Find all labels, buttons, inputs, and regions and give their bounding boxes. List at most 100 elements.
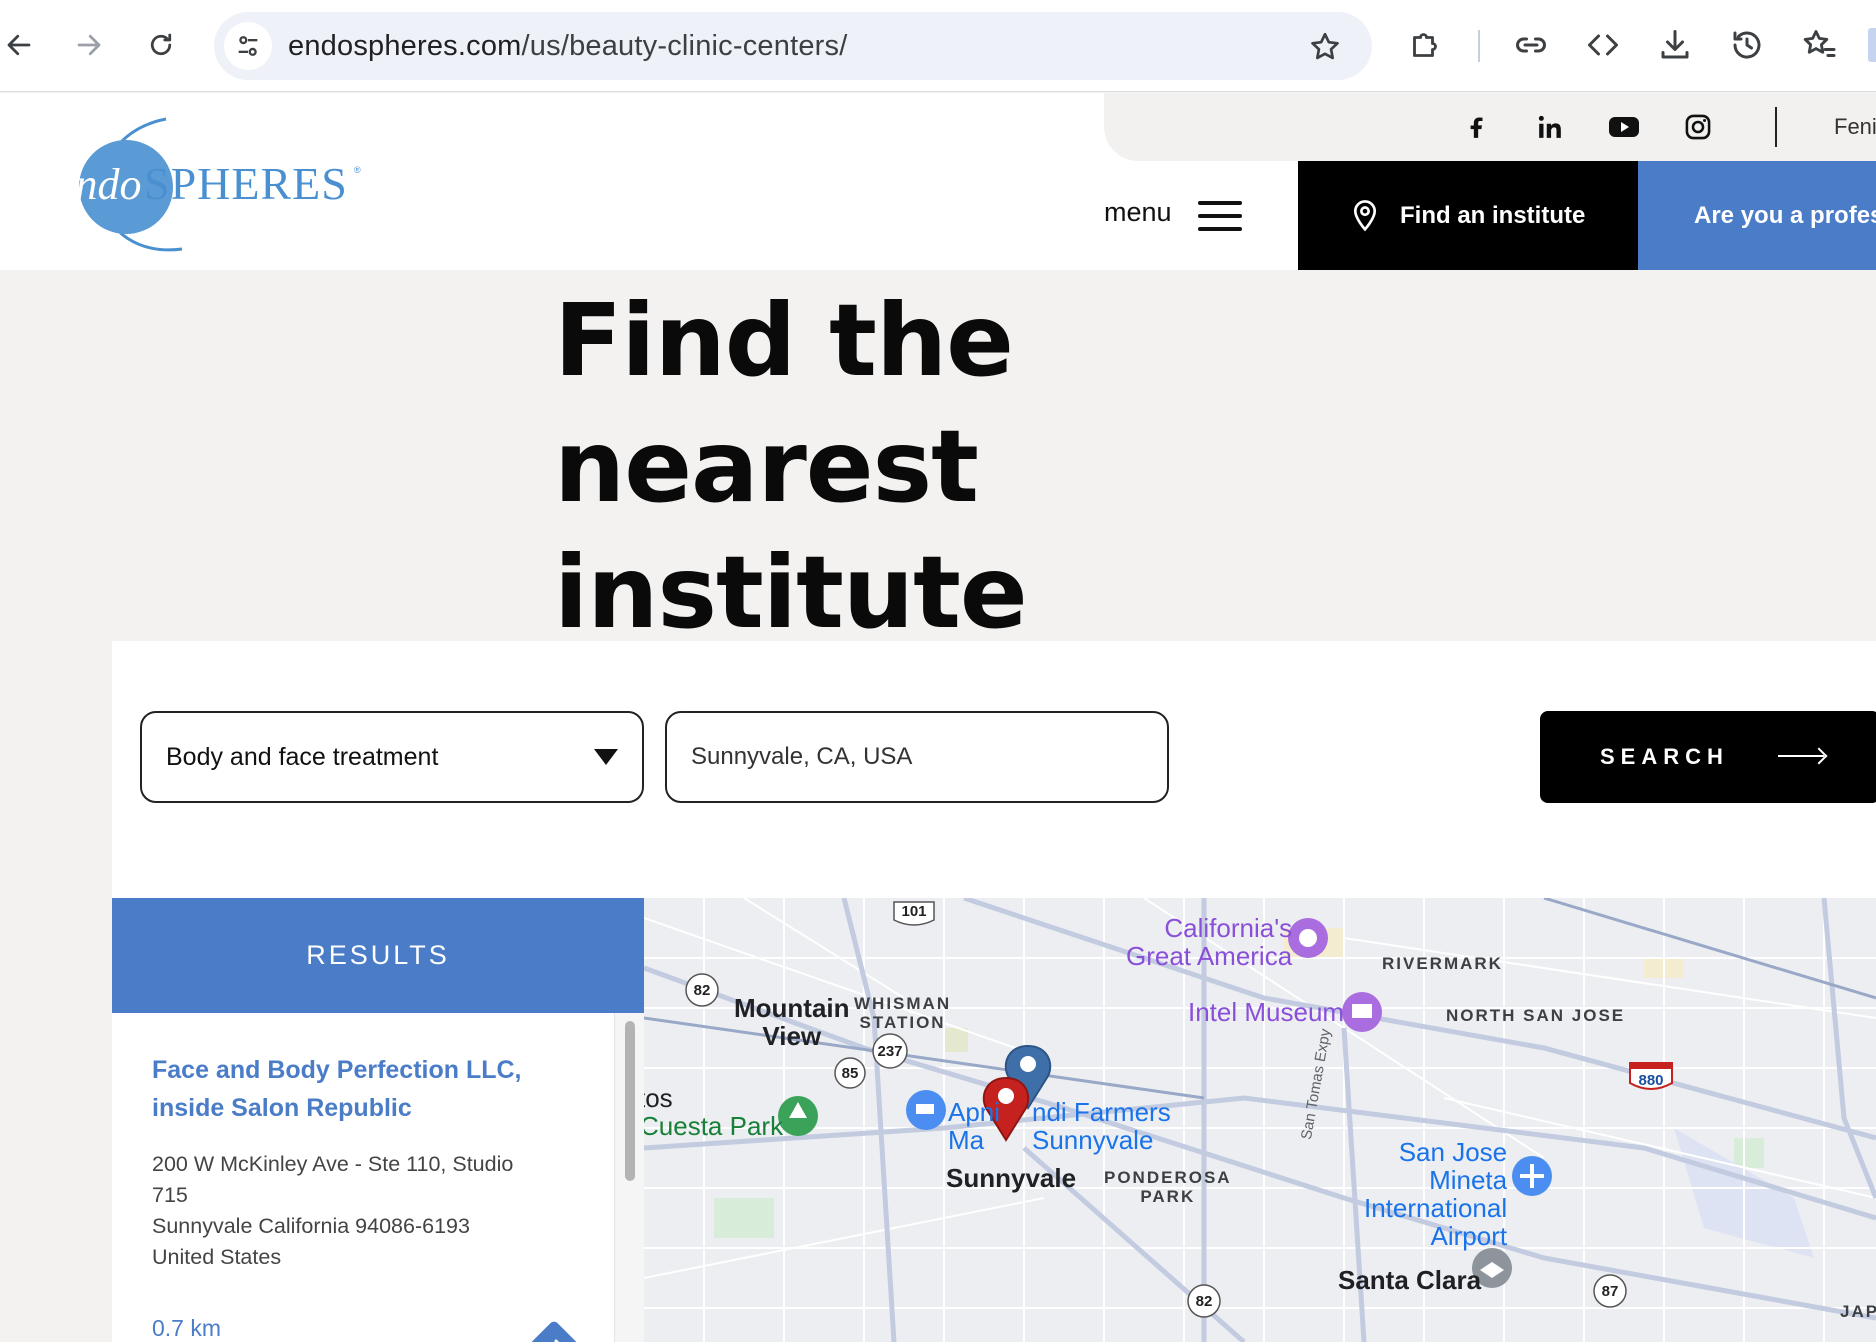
location-input[interactable] bbox=[665, 711, 1169, 803]
caret-down-icon bbox=[594, 749, 618, 765]
svg-text:237: 237 bbox=[877, 1043, 902, 1060]
svg-text:82: 82 bbox=[1196, 1293, 1213, 1310]
history-button[interactable] bbox=[1726, 24, 1768, 66]
map-label-santa-clara: Santa Clara bbox=[1338, 1265, 1482, 1295]
results-header: RESULTS bbox=[112, 898, 644, 1013]
forward-button[interactable] bbox=[66, 22, 112, 68]
map-view[interactable]: 101 82 237 85 880 82 87 Mountain View WH… bbox=[644, 898, 1876, 1342]
map-label-cuesta-park: Cuesta Park bbox=[644, 1111, 784, 1141]
site-info-button[interactable] bbox=[224, 22, 272, 70]
facebook-icon bbox=[1470, 117, 1483, 138]
find-institute-button[interactable]: Find an institute bbox=[1298, 161, 1638, 270]
instagram-icon bbox=[1685, 114, 1711, 140]
map-label-los: tos bbox=[644, 1083, 673, 1113]
social-divider bbox=[1775, 107, 1777, 147]
svg-text:SPHERES: SPHERES bbox=[144, 158, 348, 209]
map-label-farmers-market: ndi Farmers Sunnyvale bbox=[1032, 1098, 1171, 1154]
star-icon bbox=[1311, 32, 1339, 60]
long-arrow-right-icon bbox=[1778, 755, 1824, 757]
downloads-button[interactable] bbox=[1654, 24, 1696, 66]
extensions-button[interactable] bbox=[1404, 24, 1446, 66]
bookmark-star-button[interactable] bbox=[1308, 30, 1342, 64]
map-label-north-san-jose: NORTH SAN JOSE bbox=[1446, 1006, 1626, 1025]
page-title-line-2: institute bbox=[554, 534, 1028, 651]
linkedin-icon bbox=[1538, 115, 1561, 138]
map-label-whisman-station: WHISMAN STATION bbox=[854, 994, 952, 1032]
result-name[interactable]: Face and Body Perfection LLC, inside Sal… bbox=[152, 1051, 592, 1127]
result-address-line-2: 715 bbox=[152, 1183, 188, 1207]
map-label-sunnyvale-market: Sunnyvale bbox=[1032, 1125, 1154, 1155]
reload-icon bbox=[150, 33, 172, 56]
professional-button[interactable]: Are you a profes bbox=[1638, 161, 1876, 270]
url-text: endospheres.com/us/beauty-clinic-centers… bbox=[288, 12, 847, 80]
linkedin-link[interactable] bbox=[1530, 107, 1570, 147]
back-button[interactable] bbox=[0, 22, 42, 68]
logo-graphic: endo SPHERES ® bbox=[56, 117, 361, 252]
map-label-great-america: California's Great America bbox=[1126, 913, 1293, 971]
hamburger-menu-icon[interactable] bbox=[1198, 201, 1242, 233]
toolbar-divider bbox=[1478, 30, 1480, 62]
professional-label: Are you a profes bbox=[1694, 201, 1876, 229]
result-address-line-3: Sunnyvale California 94086-6193 bbox=[152, 1214, 470, 1238]
svg-text:880: 880 bbox=[1638, 1072, 1663, 1089]
svg-text:®: ® bbox=[354, 165, 361, 175]
endospheres-logo[interactable]: endo SPHERES ® bbox=[54, 115, 374, 255]
social-bar: Feni bbox=[1104, 93, 1876, 161]
results-scrollbar-thumb[interactable] bbox=[625, 1021, 635, 1181]
code-icon bbox=[1588, 34, 1618, 56]
map-label-farmers: ndi Farmers bbox=[1032, 1097, 1171, 1127]
star-list-icon bbox=[1803, 30, 1836, 57]
reload-button[interactable] bbox=[138, 22, 184, 68]
bookmarks-button[interactable] bbox=[1798, 24, 1840, 66]
map-label-japantown: JAP bbox=[1840, 1302, 1876, 1321]
view-source-button[interactable] bbox=[1582, 24, 1624, 66]
arrow-left-icon bbox=[7, 34, 31, 56]
institute-search-panel: Body and face treatment SEARCH RESULTS F… bbox=[112, 641, 1876, 1342]
treatment-select[interactable]: Body and face treatment bbox=[140, 711, 644, 803]
directions-button[interactable] bbox=[526, 1317, 578, 1342]
search-button-label: SEARCH bbox=[1600, 744, 1729, 769]
results-list[interactable]: Face and Body Perfection LLC, inside Sal… bbox=[112, 1013, 644, 1342]
svg-text:87: 87 bbox=[1602, 1283, 1619, 1300]
link-icon bbox=[1516, 37, 1546, 53]
map-label-ma: Ma bbox=[948, 1125, 985, 1155]
profile-edge bbox=[1868, 28, 1876, 62]
page-title: Find the nearest institute bbox=[554, 278, 1454, 656]
url-path: /us/beauty-clinic-centers/ bbox=[521, 30, 848, 62]
map-label-san-jose-airport: San Jose Mineta International Airport bbox=[1364, 1137, 1508, 1251]
result-address-line-4: United States bbox=[152, 1245, 282, 1269]
svg-text:85: 85 bbox=[842, 1065, 859, 1082]
language-selector[interactable]: Feni bbox=[1834, 107, 1876, 147]
results-scrollbar[interactable] bbox=[614, 1013, 644, 1342]
result-address: 200 W McKinley Ave - Ste 110, Studio 715… bbox=[152, 1149, 592, 1273]
map-label-apni-mandi: Apni Ma bbox=[948, 1098, 1000, 1154]
map-label-sunnyvale: Sunnyvale bbox=[946, 1163, 1077, 1193]
download-icon bbox=[1661, 30, 1689, 59]
search-button[interactable]: SEARCH bbox=[1540, 711, 1876, 803]
instagram-link[interactable] bbox=[1678, 107, 1718, 147]
find-institute-label: Find an institute bbox=[1400, 201, 1586, 229]
site-header: Feni endo SPHERES ® menu Find an institu… bbox=[0, 93, 1876, 270]
result-name-line-2: inside Salon Republic bbox=[152, 1094, 412, 1122]
svg-text:82: 82 bbox=[694, 982, 711, 999]
map-label-apni: Apni bbox=[948, 1097, 1001, 1127]
youtube-icon bbox=[1609, 117, 1639, 137]
map-label-ponderosa-park: PONDEROSA PARK bbox=[1104, 1168, 1232, 1206]
svg-text:endo: endo bbox=[56, 160, 142, 209]
address-bar[interactable]: endospheres.com/us/beauty-clinic-centers… bbox=[214, 12, 1372, 80]
result-name-line-1: Face and Body Perfection LLC, bbox=[152, 1056, 522, 1084]
map-label-mountain-view: Mountain View bbox=[734, 993, 850, 1051]
youtube-link[interactable] bbox=[1604, 107, 1644, 147]
map-label-rivermark: RIVERMARK bbox=[1382, 954, 1503, 973]
copy-link-button[interactable] bbox=[1510, 24, 1552, 66]
menu-label[interactable]: menu bbox=[1104, 197, 1172, 228]
location-pin-icon bbox=[1353, 199, 1377, 231]
directions-icon bbox=[530, 1321, 578, 1342]
facebook-link[interactable] bbox=[1456, 107, 1496, 147]
arrow-right-icon bbox=[77, 34, 101, 56]
puzzle-icon bbox=[1413, 33, 1437, 57]
history-icon bbox=[1733, 31, 1761, 59]
svg-text:101: 101 bbox=[901, 903, 926, 920]
treatment-select-value: Body and face treatment bbox=[166, 743, 439, 771]
url-domain: endospheres.com bbox=[288, 30, 522, 62]
